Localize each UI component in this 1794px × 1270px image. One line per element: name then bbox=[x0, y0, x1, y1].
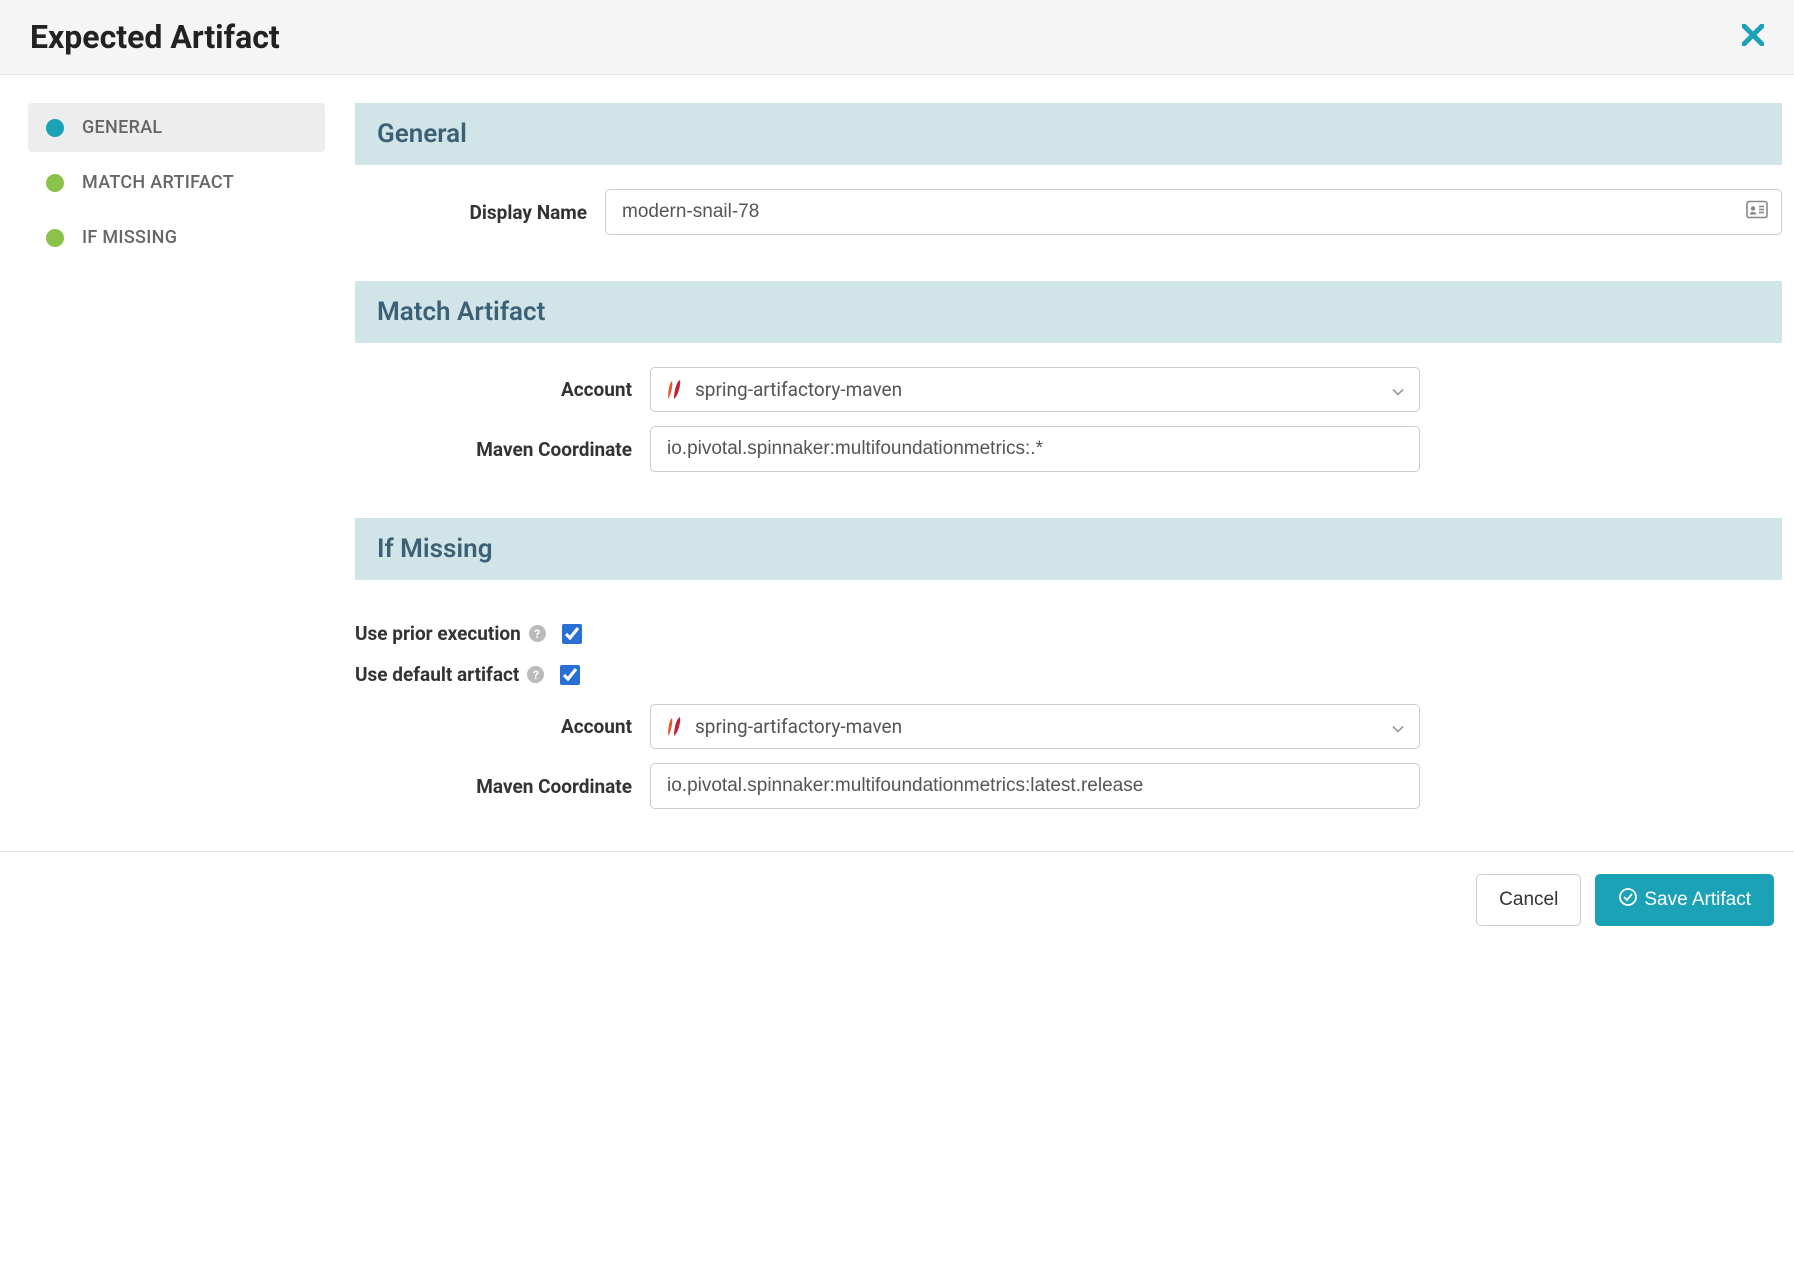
ifmissing-account-select[interactable]: spring-artifactory-maven bbox=[650, 704, 1420, 749]
sidebar-item-if-missing[interactable]: If Missing bbox=[28, 213, 325, 262]
sidebar-item-label: If Missing bbox=[82, 227, 177, 248]
chevron-down-icon bbox=[1392, 378, 1404, 401]
save-button-label: Save Artifact bbox=[1644, 889, 1751, 911]
save-artifact-button[interactable]: Save Artifact bbox=[1595, 874, 1774, 926]
use-prior-checkbox[interactable] bbox=[562, 624, 582, 644]
status-dot-icon bbox=[46, 174, 64, 192]
section-header-general: General bbox=[355, 103, 1782, 165]
help-icon[interactable]: ? bbox=[527, 666, 544, 683]
status-dot-icon bbox=[46, 119, 64, 137]
display-name-label: Display Name bbox=[355, 201, 605, 224]
use-default-label: Use default artifact ? bbox=[355, 663, 544, 686]
cancel-button[interactable]: Cancel bbox=[1476, 874, 1581, 926]
section-header-match: Match Artifact bbox=[355, 281, 1782, 343]
content-area: General Display Name Match bbox=[355, 75, 1794, 851]
modal-header: Expected Artifact bbox=[0, 0, 1794, 75]
sidebar-item-general[interactable]: General bbox=[28, 103, 325, 152]
match-coordinate-label: Maven Coordinate bbox=[355, 438, 650, 461]
section-header-ifmissing: If Missing bbox=[355, 518, 1782, 580]
form-row-use-default: Use default artifact ? bbox=[355, 663, 1782, 686]
maven-icon bbox=[665, 379, 685, 401]
modal-footer: Cancel Save Artifact bbox=[0, 851, 1794, 948]
ifmissing-account-label: Account bbox=[355, 715, 650, 738]
form-row-match-coordinate: Maven Coordinate bbox=[355, 426, 1782, 472]
id-card-icon bbox=[1746, 201, 1768, 224]
form-row-display-name: Display Name bbox=[355, 189, 1782, 235]
use-prior-label: Use prior execution ? bbox=[355, 622, 546, 645]
ifmissing-coordinate-label: Maven Coordinate bbox=[355, 775, 650, 798]
match-account-value: spring-artifactory-maven bbox=[695, 378, 902, 401]
use-default-checkbox[interactable] bbox=[560, 665, 580, 685]
close-icon[interactable] bbox=[1742, 22, 1764, 52]
ifmissing-account-value: spring-artifactory-maven bbox=[695, 715, 902, 738]
form-row-ifmissing-account: Account spring-artifactory-maven bbox=[355, 704, 1782, 749]
ifmissing-coordinate-input[interactable] bbox=[650, 763, 1420, 809]
form-row-use-prior: Use prior execution ? bbox=[355, 622, 1782, 645]
sidebar-item-label: Match Artifact bbox=[82, 172, 234, 193]
check-circle-icon bbox=[1618, 887, 1638, 913]
form-row-ifmissing-coordinate: Maven Coordinate bbox=[355, 763, 1782, 809]
maven-icon bbox=[665, 716, 685, 738]
status-dot-icon bbox=[46, 229, 64, 247]
display-name-input[interactable] bbox=[605, 189, 1782, 235]
sidebar-item-match-artifact[interactable]: Match Artifact bbox=[28, 158, 325, 207]
match-account-label: Account bbox=[355, 378, 650, 401]
match-coordinate-input[interactable] bbox=[650, 426, 1420, 472]
form-row-match-account: Account spring-artifactory-maven bbox=[355, 367, 1782, 412]
chevron-down-icon bbox=[1392, 715, 1404, 738]
help-icon[interactable]: ? bbox=[529, 625, 546, 642]
sidebar: General Match Artifact If Missing bbox=[0, 75, 355, 851]
modal-title: Expected Artifact bbox=[30, 18, 280, 56]
match-account-select[interactable]: spring-artifactory-maven bbox=[650, 367, 1420, 412]
modal-body: General Match Artifact If Missing Genera… bbox=[0, 75, 1794, 851]
sidebar-item-label: General bbox=[82, 117, 162, 138]
